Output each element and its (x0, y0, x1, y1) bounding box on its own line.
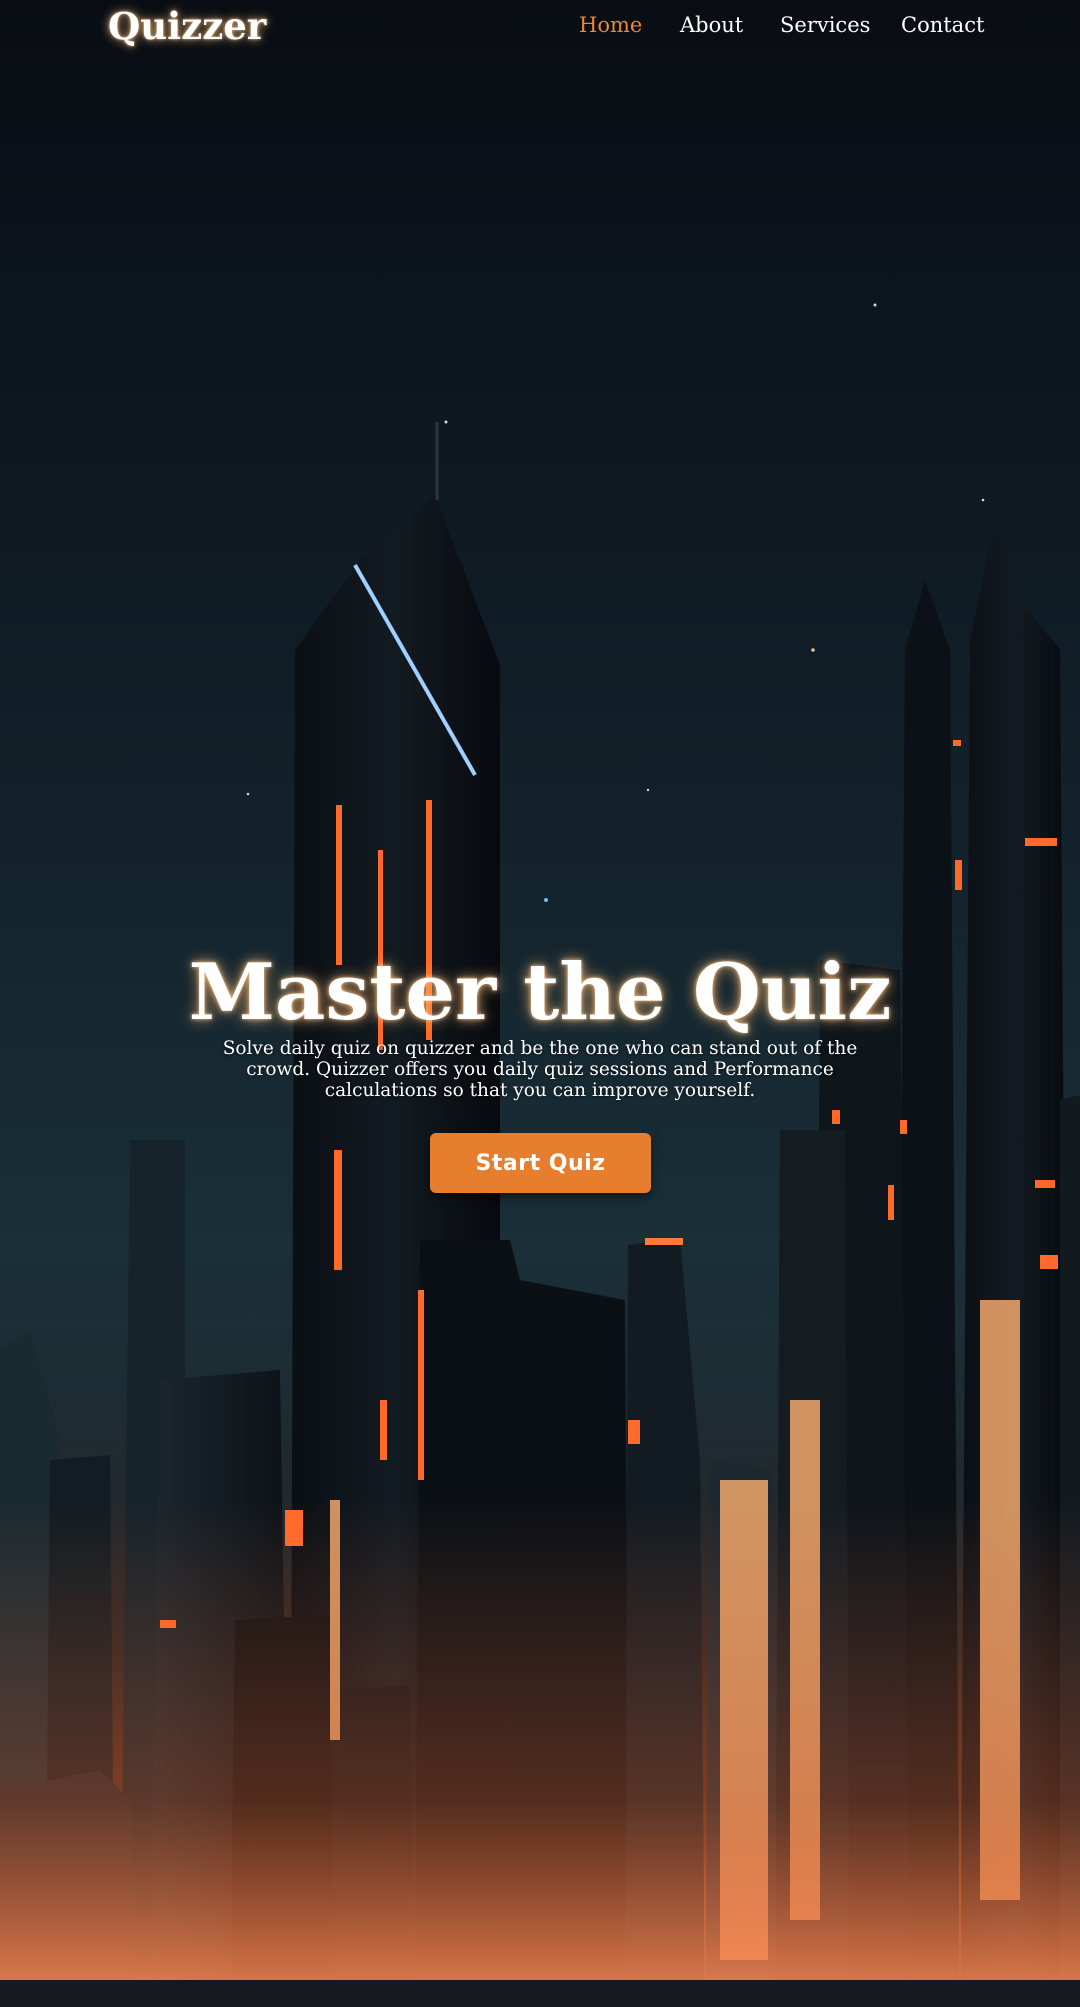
hero-title: Master the Quiz (188, 947, 892, 1038)
brand-logo[interactable]: Quizzer (108, 4, 266, 48)
nav-link-contact[interactable]: Contact (901, 13, 984, 37)
hero-subtitle: Solve daily quiz on quizzer and be the o… (222, 1038, 858, 1101)
nav-link-home[interactable]: Home (579, 13, 642, 37)
top-navbar: Quizzer Home About Services Contact (0, 0, 1080, 56)
nav-link-about[interactable]: About (680, 13, 743, 37)
nav-link-services[interactable]: Services (780, 13, 870, 37)
hero-content: Master the Quiz Solve daily quiz on quiz… (0, 947, 1080, 1102)
start-quiz-button[interactable]: Start Quiz (430, 1133, 651, 1193)
